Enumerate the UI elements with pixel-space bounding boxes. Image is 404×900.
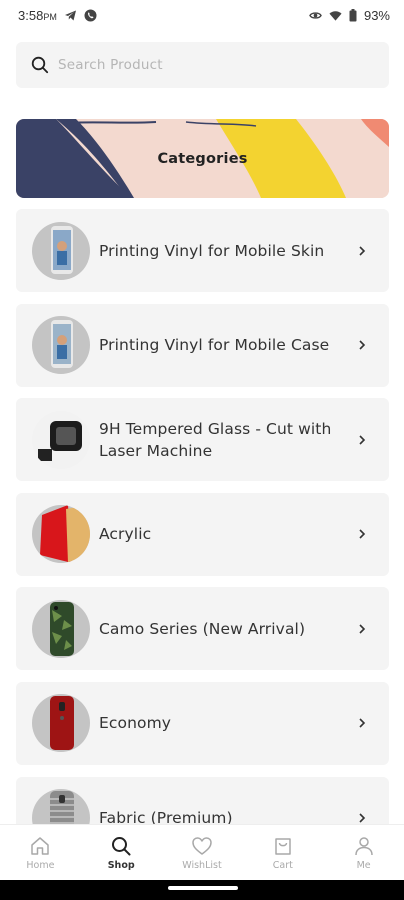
chevron-right-icon [359,529,366,539]
status-time: 3:58PM [18,8,57,23]
battery-icon [349,8,357,22]
chevron-right-icon [359,718,366,729]
category-item[interactable]: Economy [16,681,389,765]
category-label: Economy [99,714,172,733]
category-label: Acrylic [99,525,152,544]
laser-machine-thumbnail [32,410,90,469]
system-navigation-bar [0,880,404,900]
status-time-ampm: PM [43,11,57,22]
wifi-icon [329,9,342,22]
category-list: Printing Vinyl for Mobile Skin Printing … [16,209,389,871]
acrylic-sheets-thumbnail [32,505,90,564]
category-item[interactable]: 9H Tempered Glass - Cut with Laser Machi… [16,398,389,482]
chevron-right-icon [359,245,366,256]
chevron-right-icon [359,340,366,350]
category-item[interactable]: Acrylic [16,492,389,576]
eye-icon [309,9,322,22]
category-label: Camo Series (New Arrival) [99,619,306,638]
status-left: 3:58PM [18,8,97,23]
nav-shop[interactable]: Shop [81,825,162,880]
battery-percent: 93% [363,7,390,23]
search-icon [31,56,49,74]
shopping-bag-icon [275,838,291,855]
nav-cart[interactable]: Cart [242,825,323,880]
nav-label: Me [356,860,371,871]
home-gesture-pill[interactable] [168,886,238,890]
bottom-nav: Home Shop WishList Cart Me [0,824,404,880]
search-bar[interactable] [16,42,389,88]
heart-icon [192,837,212,855]
status-bar: 3:58PM 93% [0,0,404,30]
phone-case-thumbnail [32,316,90,375]
home-icon [31,837,50,855]
phone-skin-thumbnail [32,221,90,280]
banner-title: Categories [157,150,248,167]
status-right: 93% [309,8,390,23]
red-phone-thumbnail [32,694,90,753]
user-icon [354,837,373,856]
search-input[interactable] [58,57,358,73]
nav-label: Cart [272,860,293,871]
nav-home[interactable]: Home [0,825,81,880]
categories-banner: Categories [16,119,389,198]
category-item[interactable]: Printing Vinyl for Mobile Skin [16,209,389,292]
nav-label: WishList [182,860,222,871]
status-time-value: 3:58 [18,7,44,23]
chevron-right-icon [359,813,366,823]
category-label: 9H Tempered Glass - Cut with Laser Machi… [99,419,332,460]
category-item[interactable]: Camo Series (New Arrival) [16,587,389,671]
category-label: Printing Vinyl for Mobile Skin [99,241,325,260]
category-item[interactable]: Printing Vinyl for Mobile Case [16,303,389,387]
nav-me[interactable]: Me [323,825,404,880]
nav-label: Shop [107,860,135,871]
telegram-icon [64,9,77,22]
nav-wishlist[interactable]: WishList [162,825,243,880]
category-label: Printing Vinyl for Mobile Case [99,336,330,355]
chevron-right-icon [359,435,366,445]
camo-phone-thumbnail [32,599,90,658]
chevron-right-icon [359,624,366,634]
nav-label: Home [26,860,55,871]
whatsapp-icon [84,9,97,22]
search-icon [112,837,131,856]
